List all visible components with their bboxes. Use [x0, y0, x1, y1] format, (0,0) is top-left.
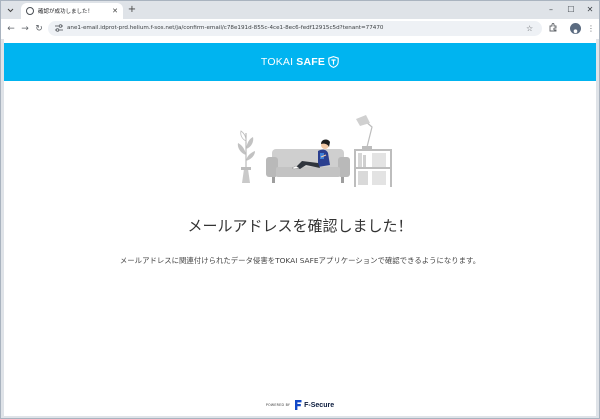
chevron-down-icon [7, 8, 14, 12]
globe-icon [26, 7, 34, 15]
arrow-right-icon[interactable]: → [19, 23, 31, 35]
minimize-icon[interactable]: – [544, 4, 558, 16]
bookshelf-icon [354, 149, 392, 187]
url-text[interactable]: ane1-email.idprot-prd.helium.f-sos.net/j… [67, 23, 383, 34]
profile-icon[interactable] [570, 23, 581, 37]
tab-strip: 確認が成功しました！ ✕ + – ☐ ✕ [1, 1, 599, 19]
page-description: メールアドレスに関連付けられたデータ侵害をTOKAI SAFEアプリケーションで… [119, 256, 481, 265]
arrow-left-icon[interactable]: ← [5, 23, 17, 35]
reload-icon[interactable]: ↻ [33, 23, 45, 35]
brand-name: SAFE [296, 56, 326, 68]
maximize-icon[interactable]: ☐ [564, 4, 578, 16]
tokai-safe-logo: TOKAI SAFE [261, 56, 339, 68]
active-tab[interactable]: 確認が成功しました！ ✕ [21, 3, 123, 19]
company-name[interactable]: F-Secure [304, 402, 334, 409]
kebab-menu-icon[interactable]: ⋮ [585, 23, 597, 35]
site-info-icon[interactable] [55, 24, 63, 32]
page-headline: メールアドレスを確認しました！ [187, 217, 413, 235]
person-on-sofa-illustration [237, 115, 392, 187]
tab-title: 確認が成功しました！ [38, 9, 94, 15]
browser-window: 確認が成功しました！ ✕ + – ☐ ✕ ← → ↻ ane1-email.id… [0, 0, 600, 419]
address-bar[interactable]: ane1-email.idprot-prd.helium.f-sos.net/j… [48, 21, 542, 36]
f-secure-logo-icon [295, 400, 302, 410]
new-tab-button[interactable]: + [126, 4, 138, 16]
tab-search-button[interactable] [4, 4, 17, 16]
browser-toolbar: ← → ↻ ane1-email.idprot-prd.helium.f-sos… [1, 19, 599, 39]
brand-prefix: TOKAI [260, 56, 294, 68]
powered-by-label: POWERED BY [265, 403, 291, 407]
powered-by-footer: POWERED BY F-Secure [4, 400, 596, 410]
sofa-icon [266, 149, 350, 183]
page-viewport: TOKAI SAFE メールアドレスを確認しました！ メールアドレスに関連付けら… [4, 39, 596, 416]
brand-header: TOKAI SAFE [4, 43, 596, 81]
close-tab-icon[interactable]: ✕ [112, 7, 118, 15]
plant-icon [237, 130, 255, 183]
puzzle-icon[interactable] [547, 23, 559, 35]
shield-icon [328, 56, 339, 68]
lamp-icon [356, 115, 373, 149]
star-icon[interactable]: ☆ [526, 23, 533, 34]
window-close-icon[interactable]: ✕ [583, 4, 597, 16]
